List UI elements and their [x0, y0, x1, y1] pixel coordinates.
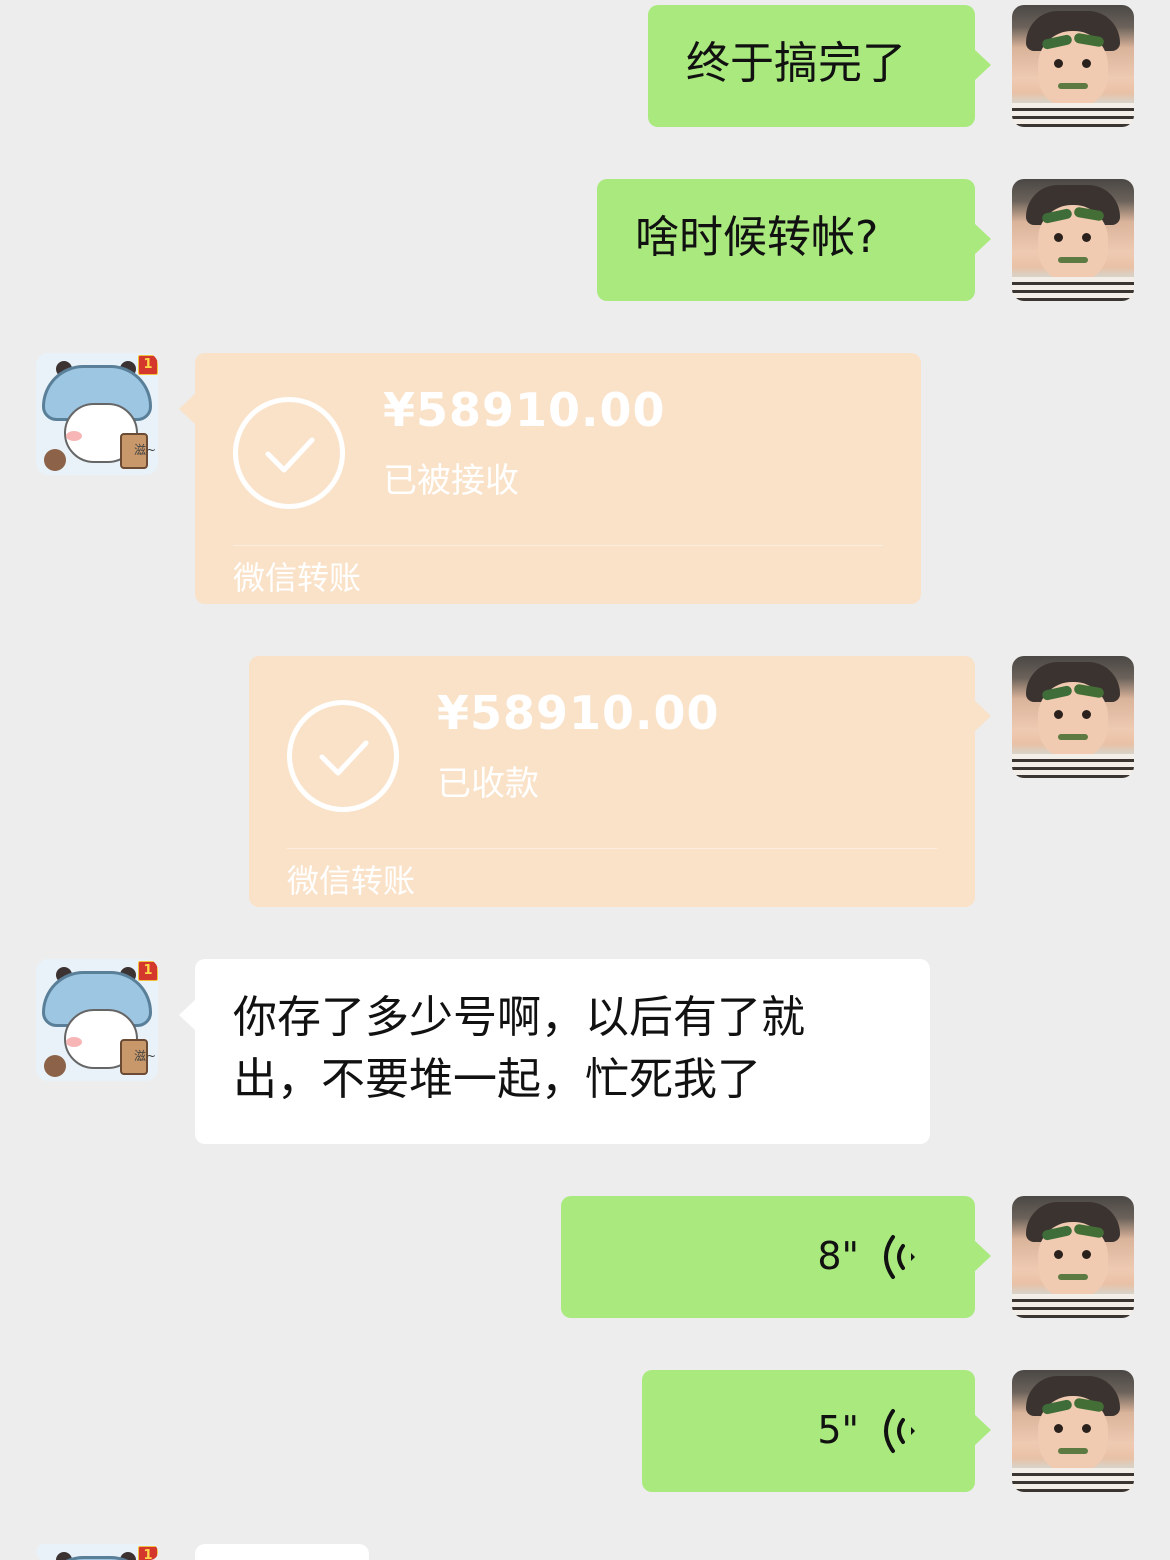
transfer-card-collected[interactable]: ¥58910.00 已收款 微信转账: [249, 656, 991, 907]
voice-wave-icon: [884, 1235, 915, 1279]
transfer-status: 已被接收: [383, 461, 519, 501]
voice-message[interactable]: 5": [642, 1370, 991, 1492]
transfer-card-received[interactable]: ¥58910.00 已被接收 微信转账: [179, 353, 921, 604]
self-avatar[interactable]: [1012, 179, 1134, 301]
contact-avatar[interactable]: 滋~ 1: [36, 353, 158, 475]
bubble-tail: [974, 1414, 991, 1446]
avatar-badge: 1: [138, 961, 158, 981]
bubble-tail: [974, 223, 991, 255]
divider: [233, 545, 883, 546]
avatar-badge: 1: [138, 355, 158, 375]
self-avatar[interactable]: [1012, 1370, 1134, 1492]
transfer-amount: ¥58910.00: [437, 686, 720, 740]
contact-avatar[interactable]: 1: [36, 1544, 158, 1560]
bubble-tail: [179, 999, 196, 1031]
checkmark-icon: [233, 397, 345, 509]
bubble-tail: [974, 1240, 991, 1272]
avatar-badge: 1: [138, 1546, 158, 1560]
self-avatar[interactable]: [1012, 656, 1134, 778]
self-avatar[interactable]: [1012, 1196, 1134, 1318]
message-bubble-self[interactable]: 终于搞完了: [648, 5, 991, 127]
voice-message[interactable]: 8": [561, 1196, 991, 1318]
divider: [287, 848, 937, 849]
avatar-caption: 滋~: [134, 443, 157, 457]
bubble-tail: [179, 393, 196, 425]
transfer-brand: 微信转账: [287, 862, 416, 900]
avatar-caption: 滋~: [134, 1049, 157, 1063]
voice-wave-icon: [884, 1409, 915, 1453]
message-text: 啥时候转帐?: [635, 212, 879, 263]
message-bubble-other[interactable]: [195, 1544, 369, 1560]
checkmark-icon: [287, 700, 399, 812]
transfer-amount: ¥58910.00: [383, 383, 666, 437]
message-text-line: 出，不要堆一起，忙死我了: [233, 1054, 761, 1105]
contact-avatar[interactable]: 滋~ 1: [36, 959, 158, 1081]
transfer-status: 已收款: [437, 764, 539, 804]
transfer-brand: 微信转账: [233, 559, 362, 597]
message-text: 终于搞完了: [686, 38, 906, 89]
bubble-tail: [974, 700, 991, 732]
voice-duration: 5": [817, 1408, 859, 1452]
voice-duration: 8": [817, 1234, 859, 1278]
message-bubble-other[interactable]: 你存了多少号啊，以后有了就 出，不要堆一起，忙死我了: [179, 959, 930, 1144]
message-text-line: 你存了多少号啊，以后有了就: [233, 992, 805, 1043]
self-avatar[interactable]: [1012, 5, 1134, 127]
message-bubble-self[interactable]: 啥时候转帐?: [597, 179, 991, 301]
bubble-tail: [974, 49, 991, 81]
